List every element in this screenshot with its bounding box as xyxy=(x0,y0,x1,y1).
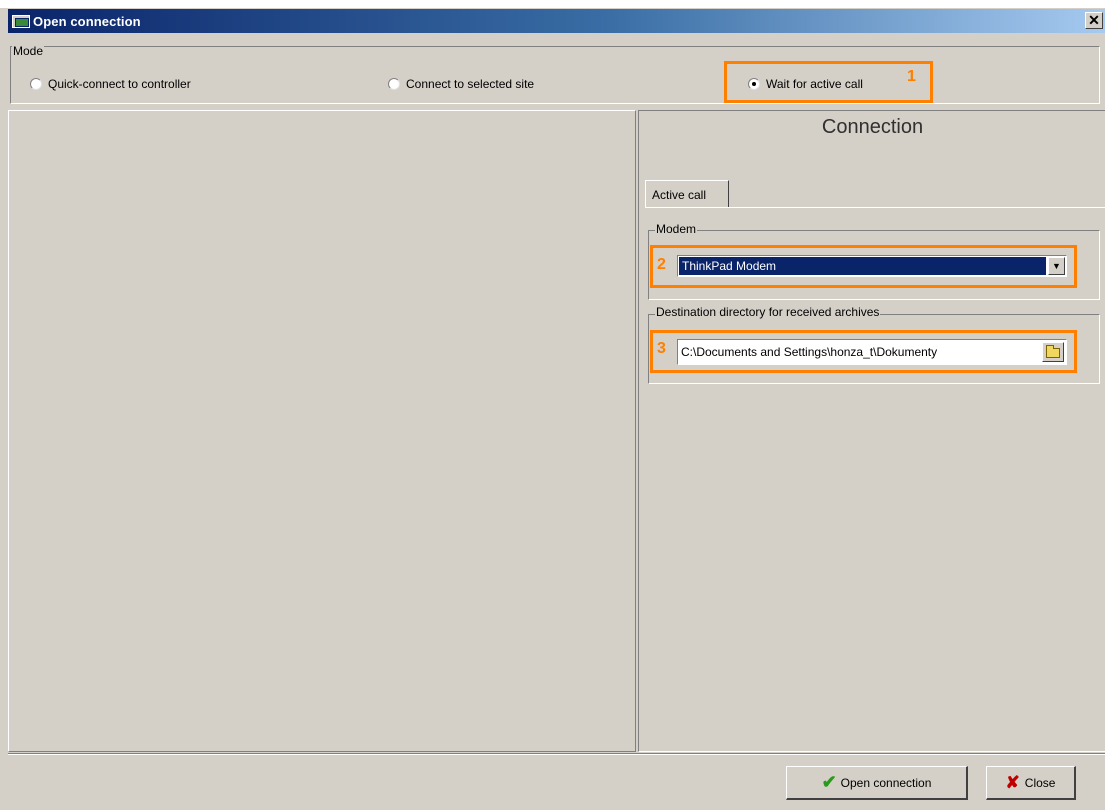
radio-label: Quick-connect to controller xyxy=(48,77,191,91)
radio-quick-connect[interactable]: Quick-connect to controller xyxy=(30,77,191,91)
title-bar[interactable]: Open connection ✕ xyxy=(8,9,1105,33)
open-connection-button[interactable]: ✔ Open connection xyxy=(786,766,968,800)
site-list-pane xyxy=(8,110,636,752)
highlight-box-2 xyxy=(650,245,1077,288)
check-icon: ✔ xyxy=(821,772,837,792)
callout-number-2: 2 xyxy=(657,256,666,273)
modem-legend: Modem xyxy=(655,222,698,236)
radio-connect-selected-site[interactable]: Connect to selected site xyxy=(388,77,534,91)
bottom-separator xyxy=(8,753,1105,755)
tab-divider xyxy=(645,207,1105,208)
x-icon: ✘ xyxy=(1005,772,1020,792)
tab-active-call[interactable]: Active call xyxy=(645,180,729,208)
radio-button-icon[interactable] xyxy=(30,78,42,90)
close-button[interactable]: ✘ Close xyxy=(986,766,1076,800)
app-icon xyxy=(12,14,30,28)
window-title: Open connection xyxy=(33,13,141,29)
radio-label: Connect to selected site xyxy=(406,77,535,91)
connection-heading: Connection xyxy=(821,116,924,138)
highlight-box-1 xyxy=(724,61,933,103)
radio-button-icon[interactable] xyxy=(388,78,400,90)
callout-number-3: 3 xyxy=(657,340,666,357)
close-label: Close xyxy=(1024,775,1056,790)
mode-legend: Mode xyxy=(12,44,45,58)
highlight-box-3 xyxy=(650,330,1077,373)
close-window-button[interactable]: ✕ xyxy=(1085,12,1103,29)
open-connection-label: Open connection xyxy=(840,775,932,790)
callout-number-1: 1 xyxy=(907,68,916,85)
destination-legend: Destination directory for received archi… xyxy=(655,305,881,319)
mode-group xyxy=(10,46,1100,104)
